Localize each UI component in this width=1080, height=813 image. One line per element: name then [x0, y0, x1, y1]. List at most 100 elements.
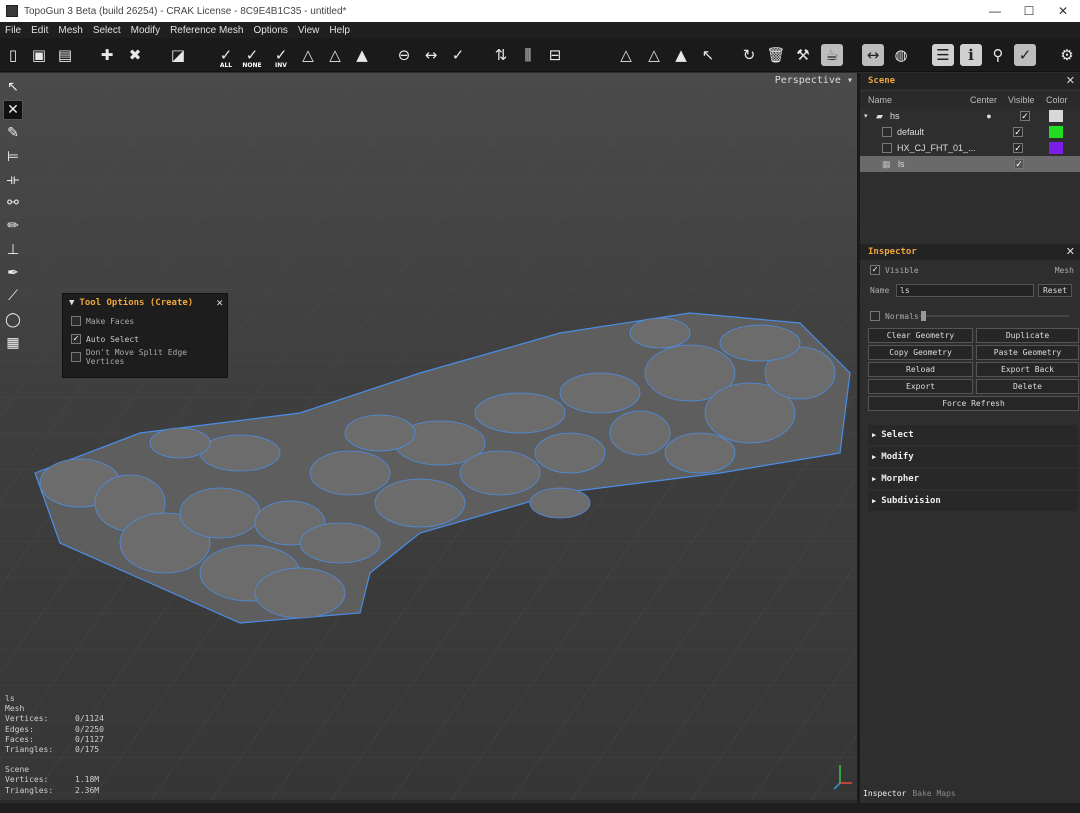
orbit-icon[interactable]: ◍	[890, 44, 912, 66]
notes-icon[interactable]: ☰	[932, 44, 954, 66]
measure-tool-icon[interactable]: ⊥	[3, 240, 23, 260]
scene-item-hs[interactable]: ▾ ▰ hs ● ✓	[860, 108, 1080, 124]
new-file-icon[interactable]: ▯	[2, 44, 24, 66]
remove-icon[interactable]: ✖	[124, 44, 146, 66]
select-tool-icon[interactable]: ↖	[3, 77, 23, 97]
draw-tool-icon[interactable]: ✎	[3, 123, 23, 143]
menu-view[interactable]: View	[293, 25, 325, 36]
checkbox[interactable]	[71, 352, 81, 362]
center-dot-icon[interactable]: ●	[970, 111, 1008, 121]
brush-tool-icon[interactable]: ⚯	[3, 193, 23, 213]
force-refresh-button[interactable]: Force Refresh	[868, 396, 1079, 411]
menu-modify[interactable]: Modify	[126, 25, 165, 36]
section-subdivision[interactable]: ▶ Subdivision	[868, 491, 1078, 511]
trash-icon[interactable]: 🗑	[765, 44, 787, 66]
flip-normals-icon[interactable]: ⇅	[490, 44, 512, 66]
pen-tool-icon[interactable]: ✒	[3, 263, 23, 283]
close-icon[interactable]: ✕	[1066, 245, 1075, 258]
circle-tool-icon[interactable]: ◯	[3, 310, 23, 330]
menu-file[interactable]: File	[0, 25, 26, 36]
minimize-button[interactable]: —	[978, 0, 1012, 22]
select-loop-icon[interactable]: ⊖	[393, 44, 415, 66]
duplicate-icon[interactable]: ◪	[167, 44, 189, 66]
delete-button[interactable]: Delete	[976, 379, 1079, 394]
checkbox-checked[interactable]: ✓	[71, 334, 81, 344]
checkbox[interactable]	[71, 316, 81, 326]
relax-icon[interactable]: ▲	[670, 44, 692, 66]
create-tool-icon[interactable]: ✕	[3, 100, 23, 120]
save-icon[interactable]: ▣	[28, 44, 50, 66]
paste-geometry-button[interactable]: Paste Geometry	[976, 345, 1079, 360]
scene-item-default[interactable]: default ✓	[860, 124, 1080, 140]
select-all-icon[interactable]: ✓ ALL	[215, 44, 237, 69]
close-icon[interactable]: ✕	[216, 296, 223, 309]
menu-edit[interactable]: Edit	[26, 25, 53, 36]
symmetry-icon[interactable]: ⫼	[517, 44, 539, 66]
pan-icon[interactable]: ↔	[862, 44, 884, 66]
duplicate-button[interactable]: Duplicate	[976, 328, 1079, 343]
section-modify[interactable]: ▶ Modify	[868, 447, 1078, 467]
menu-mesh[interactable]: Mesh	[53, 25, 87, 36]
split-tool-icon[interactable]: ⟛	[3, 170, 23, 190]
normals-slider[interactable]	[919, 311, 1069, 321]
visible-checkbox[interactable]: ✓	[1013, 143, 1023, 153]
section-select[interactable]: ▶ Select	[868, 425, 1078, 445]
export-button[interactable]: Export	[868, 379, 973, 394]
select-vertex-icon[interactable]: △	[297, 44, 319, 66]
move-icon[interactable]: ↖	[697, 44, 719, 66]
tweak-icon[interactable]: △	[643, 44, 665, 66]
menu-reference-mesh[interactable]: Reference Mesh	[165, 25, 248, 36]
visible-checkbox[interactable]: ✓	[1014, 159, 1024, 169]
visible-checkbox[interactable]: ✓	[1013, 127, 1023, 137]
select-invert-icon[interactable]: ✓ INV	[270, 44, 292, 69]
tools-icon[interactable]: ⚒	[792, 44, 814, 66]
menu-options[interactable]: Options	[248, 25, 292, 36]
tab-inspector[interactable]: Inspector	[860, 788, 910, 802]
name-input[interactable]: ls	[896, 283, 1034, 297]
close-window-button[interactable]: ✕	[1046, 0, 1080, 22]
grid-tool-icon[interactable]: ▦	[3, 333, 23, 353]
select-none-icon[interactable]: ✓ NONE	[241, 44, 263, 69]
scene-item-ls[interactable]: ▦ ls ✓	[860, 156, 1080, 172]
scene-item-hx[interactable]: HX_CJ_FHT_01_... ✓	[860, 140, 1080, 156]
tab-bake-maps[interactable]: Bake Maps	[909, 788, 958, 802]
mirror-icon[interactable]: ⊟	[544, 44, 566, 66]
select-ring-icon[interactable]: ↔	[420, 44, 442, 66]
slider-handle[interactable]	[921, 311, 926, 321]
paint-tool-icon[interactable]: ✏	[3, 216, 23, 236]
maximize-button[interactable]: ☐	[1012, 0, 1046, 22]
option-make-faces[interactable]: Make Faces	[63, 312, 227, 330]
option-auto-select[interactable]: ✓ Auto Select	[63, 330, 227, 348]
gear-icon[interactable]: ⚙	[1056, 44, 1078, 66]
camera-menu[interactable]: Perspective ▾	[775, 75, 853, 86]
bridge-tool-icon[interactable]: ⊨	[3, 147, 23, 167]
color-swatch[interactable]	[1049, 110, 1063, 122]
menu-help[interactable]: Help	[324, 25, 355, 36]
select-grow-icon[interactable]: ✓	[447, 44, 469, 66]
option-dont-move-split[interactable]: Don't Move Split Edge Vertices	[63, 348, 227, 366]
reset-button[interactable]: Reset	[1038, 283, 1072, 297]
select-edge-icon[interactable]: △	[324, 44, 346, 66]
refresh-icon[interactable]: ↻	[738, 44, 760, 66]
export-back-button[interactable]: Export Back	[976, 362, 1079, 377]
select-settings-icon[interactable]: ✓	[1014, 44, 1036, 66]
chevron-down-icon[interactable]: ▾	[860, 112, 870, 120]
color-swatch[interactable]	[1049, 126, 1063, 138]
column-color[interactable]: Color	[1046, 95, 1068, 105]
nodes-icon[interactable]: ⚲	[987, 44, 1009, 66]
visible-checkbox[interactable]: ✓	[870, 265, 880, 275]
menu-select[interactable]: Select	[88, 25, 126, 36]
info-icon[interactable]: ℹ	[960, 44, 982, 66]
soft-select-icon[interactable]: △	[615, 44, 637, 66]
reload-button[interactable]: Reload	[868, 362, 973, 377]
section-morpher[interactable]: ▶ Morpher	[868, 469, 1078, 489]
column-center[interactable]: Center	[970, 95, 1008, 105]
select-face-icon[interactable]: ▲	[351, 44, 373, 66]
column-name[interactable]: Name	[860, 95, 970, 105]
normals-checkbox[interactable]	[870, 311, 880, 321]
save-as-icon[interactable]: ▤	[54, 44, 76, 66]
column-visible[interactable]: Visible	[1008, 95, 1046, 105]
clear-geometry-button[interactable]: Clear Geometry	[868, 328, 973, 343]
triangle-down-icon[interactable]: ▼	[69, 298, 74, 308]
add-icon[interactable]: ✚	[96, 44, 118, 66]
